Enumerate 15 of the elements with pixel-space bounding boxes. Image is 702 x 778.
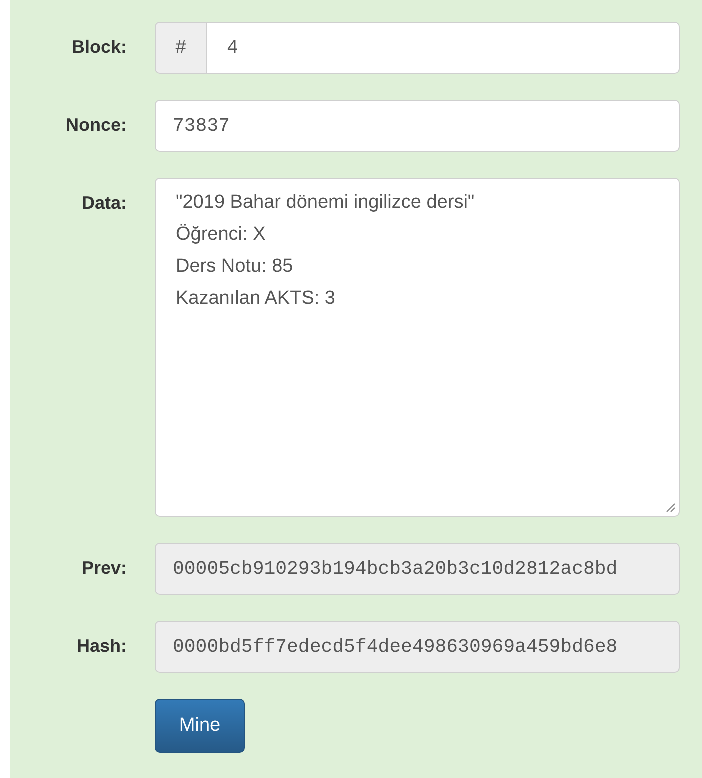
text-line: Kazanılan AKTS: 3	[176, 287, 336, 311]
text-line: Öğrenci: X	[176, 223, 267, 247]
mine-button[interactable]: Mine	[155, 699, 245, 753]
text-line: "2019 Bahar dönemi ingilizce dersi"	[176, 191, 476, 215]
field-label: Prev:	[82, 557, 127, 580]
field-label: Data:	[82, 192, 127, 215]
block-number-input[interactable]: 4	[207, 22, 680, 74]
data-field[interactable]: "2019 Bahar dönemi ingilizce dersi" Öğrenci: X Ders Notu: 85 Kazanılan AKTS: 3	[155, 178, 680, 517]
text-line: Ders Notu: 85	[176, 255, 294, 279]
resize-grip-icon[interactable]	[666, 503, 676, 513]
field-label: Block:	[72, 36, 127, 59]
hash-addon: #	[155, 22, 207, 74]
text-field[interactable]: 73837	[155, 100, 680, 152]
field-label: Nonce:	[66, 114, 127, 137]
field-label: Hash:	[76, 635, 127, 658]
